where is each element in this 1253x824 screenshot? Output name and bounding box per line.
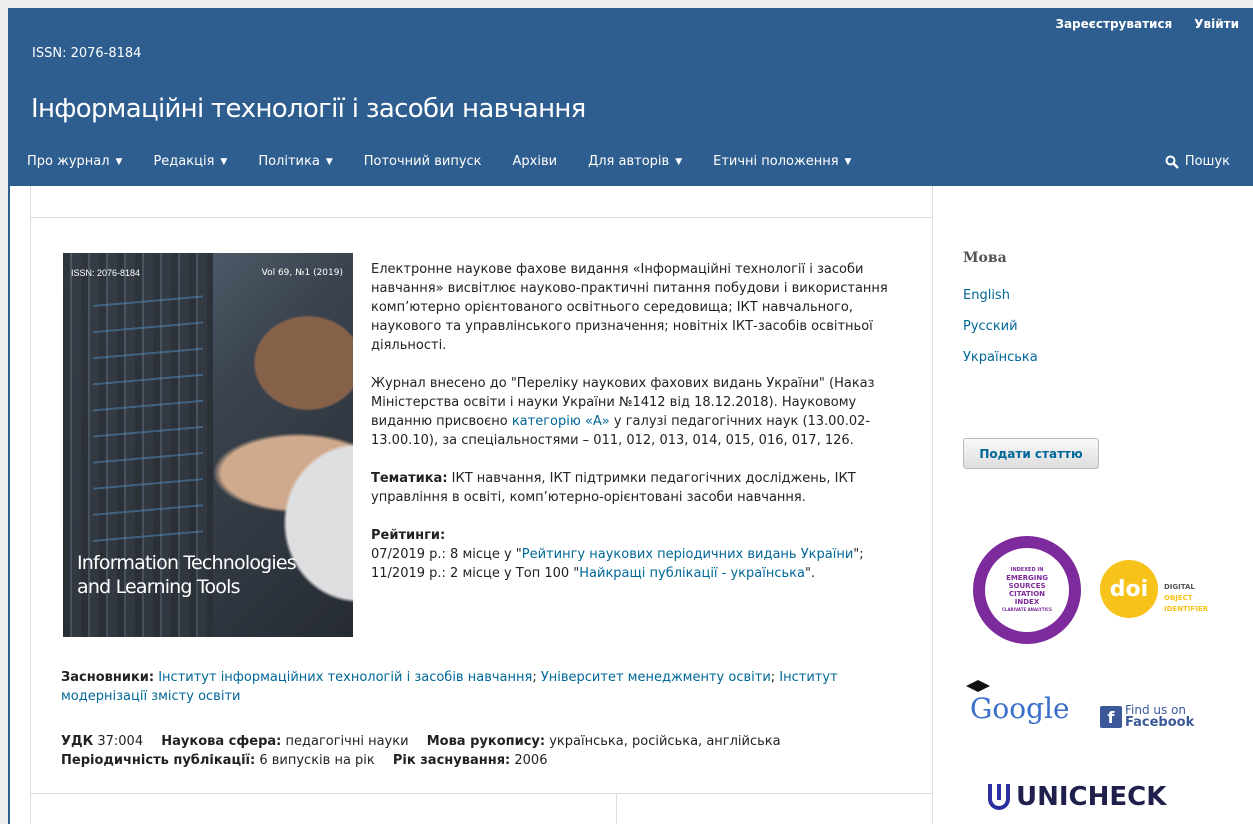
doi-caption-line: OBJECT bbox=[1164, 594, 1193, 602]
facebook-text-line: Facebook bbox=[1125, 715, 1195, 730]
cover-title-line1: Information Technologies bbox=[77, 552, 297, 574]
unicheck-logo[interactable]: UNICHECK bbox=[988, 782, 1166, 812]
esci-text: INDEX bbox=[1014, 598, 1040, 606]
page: Зареєструватися Увійти ISSN: 2076-8184 І… bbox=[8, 8, 1253, 824]
graduation-cap-icon bbox=[966, 680, 990, 692]
topics-label: Тематика: bbox=[371, 471, 448, 486]
description-paragraph: Електронне наукове фахове видання «Інфор… bbox=[371, 262, 888, 353]
unicheck-text: UNICHECK bbox=[1016, 782, 1167, 812]
google-scholar-logo[interactable]: Google bbox=[966, 680, 1070, 725]
nav-current-issue[interactable]: Поточний випуск bbox=[364, 154, 482, 169]
nav-about-label: Про журнал bbox=[27, 154, 110, 169]
ratings-paragraph: Рейтинги: 07/2019 р.: 8 місце у "Рейтинг… bbox=[371, 526, 901, 583]
esci-logo-inner: INDEXED IN EMERGING SOURCES CITATION IND… bbox=[985, 548, 1069, 632]
field-value: педагогічні науки bbox=[281, 734, 409, 749]
ratings-label: Рейтинги: bbox=[371, 528, 446, 543]
journal-description: Електронне наукове фахове видання «Інфор… bbox=[371, 260, 901, 602]
unicheck-icon bbox=[988, 784, 1010, 810]
rating-text: ". bbox=[805, 566, 816, 581]
rating-link[interactable]: Рейтингу наукових періодичних видань Укр… bbox=[522, 547, 853, 562]
udc-label: УДК bbox=[61, 734, 94, 749]
language-value: українська, російська, англійська bbox=[545, 734, 781, 749]
description-paragraph: Журнал внесено до "Переліку наукових фах… bbox=[371, 374, 901, 450]
language-label: Мова рукопису: bbox=[426, 734, 546, 749]
periodicity-label: Періодичність публікації: bbox=[61, 753, 256, 768]
search-button[interactable]: Пошук bbox=[1165, 154, 1230, 169]
main-nav: Про журнал ▼ Редакція ▼ Політика ▼ Поточний… bbox=[27, 154, 882, 169]
register-link[interactable]: Зареєструватися bbox=[1055, 17, 1172, 31]
nav-ethics-label: Етичні положення bbox=[713, 154, 839, 169]
nav-policy[interactable]: Політика ▼ bbox=[258, 154, 332, 169]
caret-down-icon: ▼ bbox=[325, 157, 333, 167]
cover-volume: Vol 69, №1 (2019) bbox=[261, 268, 343, 278]
caret-down-icon: ▼ bbox=[844, 157, 852, 167]
nav-archives-label: Архіви bbox=[512, 154, 558, 169]
site-title[interactable]: Інформаційні технології і засоби навчанн… bbox=[31, 94, 586, 124]
divider bbox=[616, 793, 617, 824]
facebook-text: Find us on Facebook bbox=[1125, 704, 1194, 729]
journal-cover-image: ISSN: 2076-8184 Vol 69, №1 (2019) Inform… bbox=[63, 253, 353, 637]
submit-article-button[interactable]: Подати статтю bbox=[963, 438, 1099, 469]
facebook-icon: f bbox=[1100, 705, 1122, 728]
rating-text: 07/2019 р.: 8 місце у " bbox=[371, 547, 522, 562]
esci-logo[interactable]: INDEXED IN EMERGING SOURCES CITATION IND… bbox=[973, 536, 1081, 644]
google-text: Google bbox=[970, 692, 1070, 725]
rating-text: "; bbox=[853, 547, 864, 562]
cover-title-line2: and Learning Tools bbox=[77, 576, 241, 598]
search-label: Пошук bbox=[1184, 154, 1230, 169]
nav-authors[interactable]: Для авторів ▼ bbox=[588, 154, 682, 169]
esci-text: CLARIVATE ANALYTICS bbox=[1001, 607, 1053, 612]
caret-down-icon: ▼ bbox=[220, 157, 228, 167]
caret-down-icon: ▼ bbox=[675, 157, 683, 167]
language-russian[interactable]: Русский bbox=[963, 319, 1018, 334]
esci-text: INDEXED IN bbox=[1010, 567, 1044, 573]
nav-policy-label: Політика bbox=[258, 154, 320, 169]
doi-caption: DIGITAL OBJECT IDENTIFIER bbox=[1164, 582, 1208, 615]
search-icon bbox=[1165, 155, 1179, 169]
nav-editorial[interactable]: Редакція ▼ bbox=[153, 154, 227, 169]
left-border bbox=[8, 186, 10, 824]
founders-label: Засновники: bbox=[61, 670, 155, 685]
site-header: Зареєструватися Увійти ISSN: 2076-8184 І… bbox=[8, 8, 1253, 186]
doi-caption-line: DIGITAL bbox=[1164, 583, 1195, 591]
founded-value: 2006 bbox=[510, 753, 548, 768]
user-links: Зареєструватися Увійти bbox=[1055, 17, 1239, 31]
issn-label: ISSN: 2076-8184 bbox=[32, 46, 142, 61]
esci-text: CITATION bbox=[1008, 590, 1046, 598]
nav-current-issue-label: Поточний випуск bbox=[363, 154, 482, 169]
founded-label: Рік заснування: bbox=[392, 753, 511, 768]
founders: Засновники: Інститут інформаційних техно… bbox=[61, 670, 838, 704]
founder-link[interactable]: Університет менеджменту освіти bbox=[541, 670, 771, 685]
login-link[interactable]: Увійти bbox=[1194, 17, 1239, 31]
language-ukrainian[interactable]: Українська bbox=[963, 350, 1038, 365]
topics-paragraph: Тематика: ІКТ навчання, ІКТ підтримки пе… bbox=[371, 469, 901, 507]
rating-text: 11/2019 р.: 2 місце у Топ 100 " bbox=[371, 566, 580, 581]
language-block-title: Мова bbox=[963, 250, 1007, 266]
esci-text: EMERGING bbox=[1006, 574, 1048, 582]
language-english[interactable]: English bbox=[963, 288, 1010, 303]
nav-authors-label: Для авторів bbox=[588, 154, 670, 169]
esci-text: SOURCES bbox=[1008, 582, 1046, 590]
category-a-link[interactable]: категорію «А» bbox=[512, 414, 610, 429]
caret-down-icon: ▼ bbox=[115, 157, 123, 167]
cover-issn: ISSN: 2076-8184 bbox=[71, 268, 141, 278]
journal-meta: УДК 37:004 Наукова сфера: педагогічні на… bbox=[61, 732, 911, 770]
doi-logo[interactable]: doi bbox=[1100, 560, 1158, 618]
field-label: Наукова сфера: bbox=[161, 734, 282, 749]
divider bbox=[30, 793, 933, 794]
divider bbox=[30, 217, 933, 218]
nav-editorial-label: Редакція bbox=[153, 154, 215, 169]
rating-link[interactable]: Найкращі публікації - українська bbox=[579, 566, 805, 581]
doi-caption-line: IDENTIFIER bbox=[1164, 605, 1208, 613]
facebook-logo[interactable]: f Find us on Facebook bbox=[1100, 704, 1194, 729]
periodicity-value: 6 випусків на рік bbox=[255, 753, 375, 768]
nav-ethics[interactable]: Етичні положення ▼ bbox=[713, 154, 851, 169]
cover-title: Information Technologies and Learning To… bbox=[77, 551, 297, 599]
udc-value: 37:004 bbox=[93, 734, 144, 749]
nav-archives[interactable]: Архіви bbox=[513, 154, 558, 169]
founder-link[interactable]: Інститут інформаційних технологій і засо… bbox=[158, 670, 532, 685]
nav-about[interactable]: Про журнал ▼ bbox=[27, 154, 122, 169]
